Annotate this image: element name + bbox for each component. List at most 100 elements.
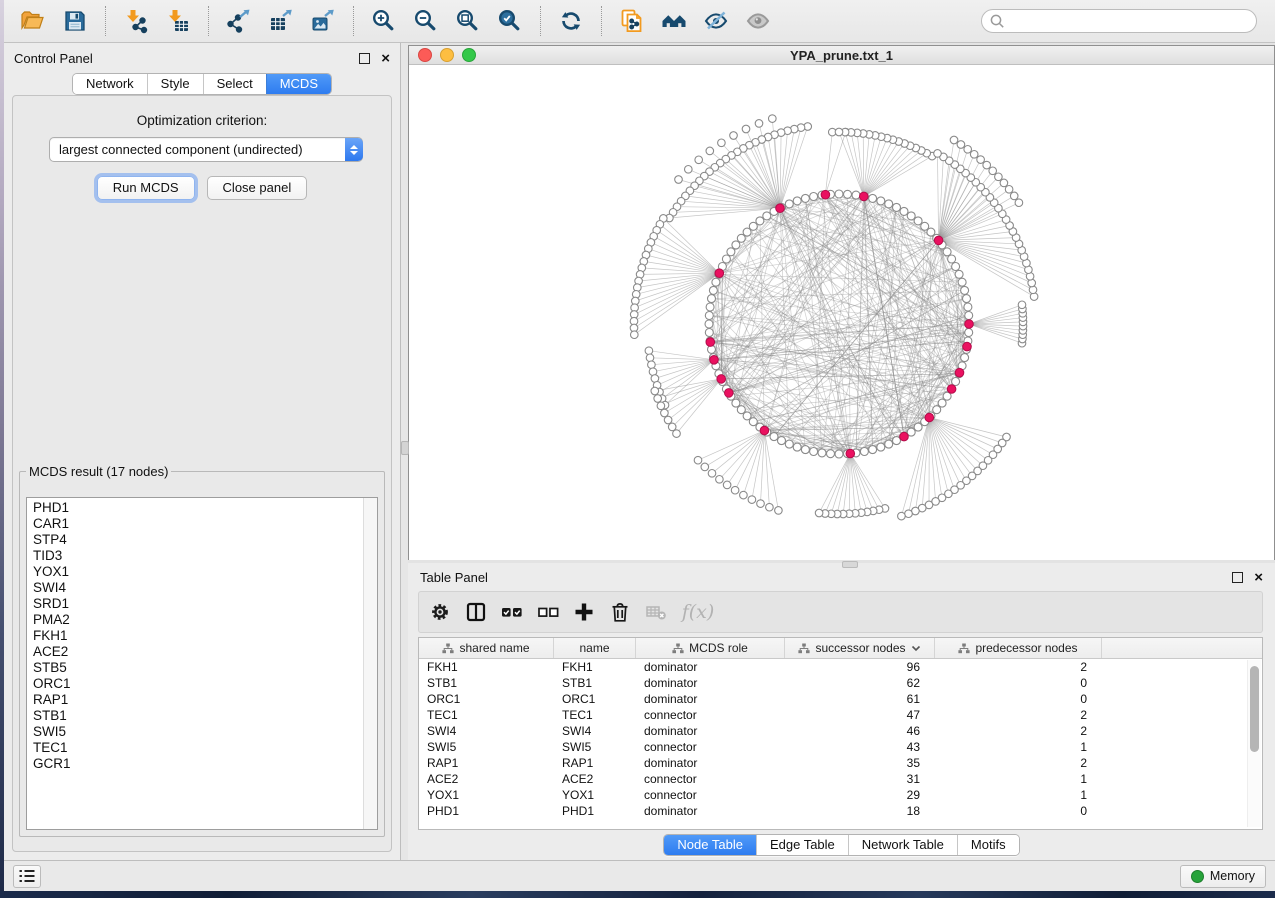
mcds-result-item[interactable]: ACE2: [33, 644, 377, 660]
cell-shared-name: YOX1: [419, 787, 554, 803]
network-canvas[interactable]: [409, 65, 1274, 560]
zoom-out-button[interactable]: [409, 4, 443, 38]
cell-predecessor-nodes: 2: [935, 707, 1102, 723]
cell-MCDS-role: dominator: [636, 755, 785, 771]
tab-node-table[interactable]: Node Table: [664, 835, 756, 855]
hide-selected-eye-slash-icon: [703, 8, 729, 34]
cell-MCDS-role: dominator: [636, 659, 785, 675]
zoom-selected-button[interactable]: [493, 4, 527, 38]
refresh-network-button[interactable]: [554, 4, 588, 38]
mcds-result-item[interactable]: PHD1: [33, 500, 377, 516]
tab-select[interactable]: Select: [203, 74, 266, 94]
mcds-result-item[interactable]: SWI5: [33, 724, 377, 740]
mcds-result-item[interactable]: YOX1: [33, 564, 377, 580]
open-network-button[interactable]: [16, 4, 50, 38]
memory-button[interactable]: Memory: [1180, 865, 1266, 888]
tab-network[interactable]: Network: [73, 74, 147, 94]
table-panel-splitter-handle[interactable]: [842, 561, 858, 568]
cell-name: SWI4: [554, 723, 636, 739]
export-table-button[interactable]: [264, 4, 298, 38]
mcds-result-item[interactable]: PMA2: [33, 612, 377, 628]
mcds-result-item[interactable]: STB5: [33, 660, 377, 676]
network-from-selection-button[interactable]: [615, 4, 649, 38]
close-table-panel-icon[interactable]: ×: [1254, 572, 1263, 583]
status-bar: Memory: [4, 860, 1275, 891]
table-row[interactable]: ORC1ORC1dominator610: [419, 691, 1262, 707]
zoom-in-button[interactable]: [367, 4, 401, 38]
cell-shared-name: SWI4: [419, 723, 554, 739]
add-column-button[interactable]: [569, 597, 599, 627]
table-row[interactable]: FKH1FKH1dominator962: [419, 659, 1262, 675]
column-header-MCDS-role[interactable]: MCDS role: [636, 638, 785, 658]
function-fx-icon: f(x): [682, 601, 715, 623]
table-row[interactable]: STB1STB1dominator620: [419, 675, 1262, 691]
column-header-successor-nodes[interactable]: successor nodes: [785, 638, 935, 658]
export-network-icon: [226, 8, 252, 34]
table-settings-button[interactable]: [425, 597, 455, 627]
export-image-button[interactable]: [306, 4, 340, 38]
column-header-predecessor-nodes[interactable]: predecessor nodes: [935, 638, 1102, 658]
column-header-name[interactable]: name: [554, 638, 636, 658]
table-row[interactable]: SWI4SWI4dominator462: [419, 723, 1262, 739]
table-row[interactable]: ACE2ACE2connector311: [419, 771, 1262, 787]
table-scrollbar[interactable]: [1247, 660, 1261, 827]
delete-column-button[interactable]: [605, 597, 635, 627]
toolbar-separator: [105, 6, 106, 36]
main-toolbar: [4, 0, 1275, 43]
table-row[interactable]: PHD1PHD1dominator180: [419, 803, 1262, 819]
tab-motifs[interactable]: Motifs: [957, 835, 1019, 855]
show-all-button[interactable]: [741, 4, 775, 38]
mcds-result-item[interactable]: STP4: [33, 532, 377, 548]
cell-shared-name: SWI5: [419, 739, 554, 755]
mcds-result-item[interactable]: GCR1: [33, 756, 377, 772]
cell-MCDS-role: dominator: [636, 675, 785, 691]
table-row[interactable]: RAP1RAP1dominator352: [419, 755, 1262, 771]
import-network-button[interactable]: [119, 4, 153, 38]
export-network-button[interactable]: [222, 4, 256, 38]
tab-style[interactable]: Style: [147, 74, 203, 94]
import-table-icon: [165, 8, 191, 34]
main-area: Control Panel × NetworkStyleSelectMCDS O…: [4, 43, 1275, 860]
show-column-panel-button[interactable]: [461, 597, 491, 627]
hide-selected-button[interactable]: [699, 4, 733, 38]
search-input[interactable]: [981, 9, 1257, 33]
mcds-result-item[interactable]: SWI4: [33, 580, 377, 596]
zoom-fit-button[interactable]: [451, 4, 485, 38]
float-table-panel-icon[interactable]: [1232, 572, 1243, 583]
table-row[interactable]: SWI5SWI5connector431: [419, 739, 1262, 755]
table-row[interactable]: TEC1TEC1connector472: [419, 707, 1262, 723]
mcds-result-item[interactable]: ORC1: [33, 676, 377, 692]
run-mcds-button[interactable]: Run MCDS: [97, 176, 195, 200]
control-panel-header: Control Panel ×: [4, 43, 400, 71]
tab-network-table[interactable]: Network Table: [848, 835, 957, 855]
mcds-result-item[interactable]: TID3: [33, 548, 377, 564]
mcds-result-item[interactable]: STB1: [33, 708, 377, 724]
tab-edge-table[interactable]: Edge Table: [756, 835, 848, 855]
import-table-button[interactable]: [161, 4, 195, 38]
mcds-result-item[interactable]: TEC1: [33, 740, 377, 756]
mcds-list-scrollbar[interactable]: [363, 498, 377, 829]
mcds-result-item[interactable]: RAP1: [33, 692, 377, 708]
criterion-dropdown[interactable]: largest connected component (undirected): [49, 137, 363, 162]
close-panel-icon[interactable]: ×: [381, 53, 390, 64]
close-panel-button[interactable]: Close panel: [207, 176, 308, 200]
panel-splitter[interactable]: [400, 43, 408, 860]
mcds-result-item[interactable]: SRD1: [33, 596, 377, 612]
deselect-all-rows-button[interactable]: [533, 597, 563, 627]
scrollbar-thumb[interactable]: [1250, 666, 1259, 752]
first-neighbors-button[interactable]: [657, 4, 691, 38]
select-all-rows-button[interactable]: [497, 597, 527, 627]
show-panels-button[interactable]: [13, 865, 41, 888]
network-graph[interactable]: [409, 65, 1275, 560]
tab-mcds[interactable]: MCDS: [266, 74, 331, 94]
mcds-result-item[interactable]: FKH1: [33, 628, 377, 644]
float-panel-icon[interactable]: [359, 53, 370, 64]
table-tabs: Node TableEdge TableNetwork TableMotifs: [408, 830, 1275, 860]
optimization-criterion-label: Optimization criterion:: [13, 113, 391, 128]
network-window-titlebar[interactable]: YPA_prune.txt_1: [409, 46, 1274, 65]
column-header-shared-name[interactable]: shared name: [419, 638, 554, 658]
save-session-button[interactable]: [58, 4, 92, 38]
zoom-out-icon: [413, 8, 439, 34]
mcds-result-item[interactable]: CAR1: [33, 516, 377, 532]
table-row[interactable]: YOX1YOX1connector291: [419, 787, 1262, 803]
